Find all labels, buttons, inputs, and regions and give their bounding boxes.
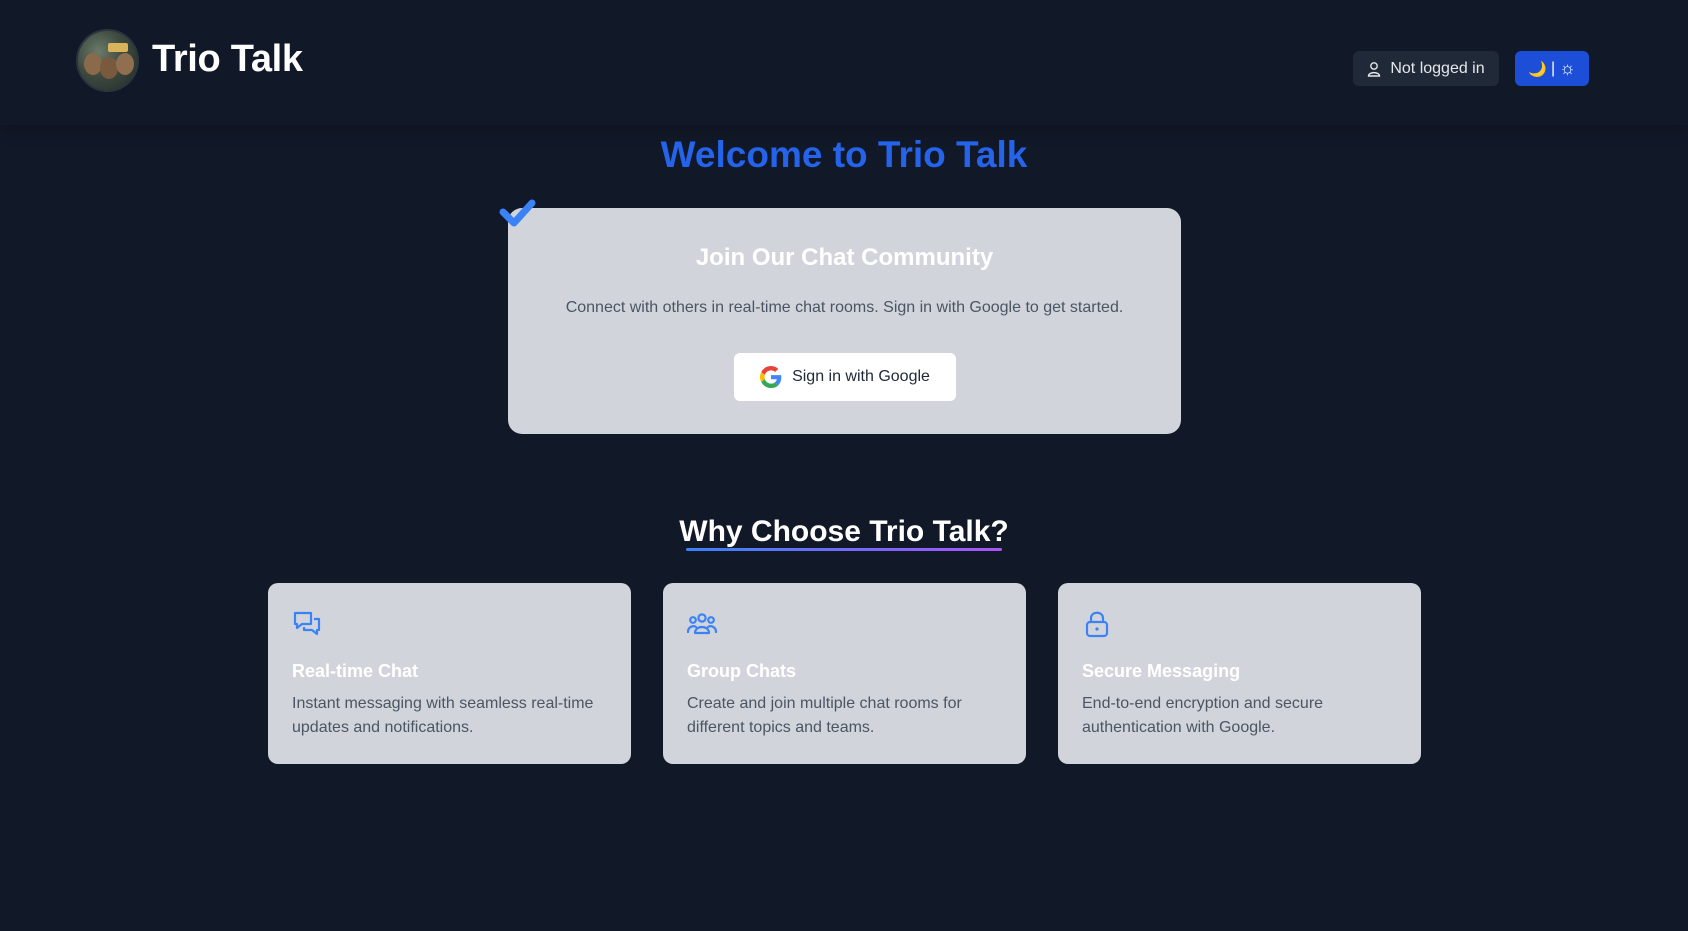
feature-card-realtime-chat: Real-time Chat Instant messaging with se… [268,583,631,764]
login-status-badge: Not logged in [1353,51,1499,86]
google-icon [760,366,782,388]
login-status-text: Not logged in [1390,59,1485,77]
signin-card-title: Join Our Chat Community [695,244,994,271]
app-header: Trio Talk Not logged in 🌙 | ☼ [0,0,1688,125]
signin-card-description: Connect with others in real-time chat ro… [565,299,1124,316]
moon-icon: 🌙 [1528,60,1548,78]
feature-description: Create and join multiple chat rooms for … [687,695,962,736]
theme-divider: | [1551,59,1556,77]
signin-card: Join Our Chat Community Connect with oth… [508,208,1181,434]
why-choose-underline [686,548,1002,551]
chat-bubbles-icon [293,611,321,636]
app-logo[interactable] [76,29,139,92]
feature-card-secure-messaging: Secure Messaging End-to-end encryption a… [1058,583,1421,764]
feature-description: End-to-end encryption and secure authent… [1082,695,1324,736]
checkmark-icon [499,199,536,227]
google-signin-button[interactable]: Sign in with Google [734,353,956,401]
theme-toggle-button[interactable]: 🌙 | ☼ [1515,51,1589,86]
feature-description: Instant messaging with seamless real-tim… [292,695,594,736]
users-group-icon [687,613,717,635]
sun-icon: ☼ [1559,58,1576,78]
lock-icon [1085,611,1109,638]
app-title[interactable]: Trio Talk [152,38,303,81]
google-signin-label: Sign in with Google [792,368,930,385]
feature-title: Group Chats [687,661,797,681]
welcome-title: Welcome to Trio Talk [660,134,1028,175]
feature-card-group-chats: Group Chats Create and join multiple cha… [663,583,1026,764]
user-icon [1368,61,1381,77]
feature-title: Real-time Chat [292,661,419,681]
logo-sign [108,43,128,52]
feature-title: Secure Messaging [1082,661,1241,681]
why-choose-title: Why Choose Trio Talk? [679,515,1009,548]
